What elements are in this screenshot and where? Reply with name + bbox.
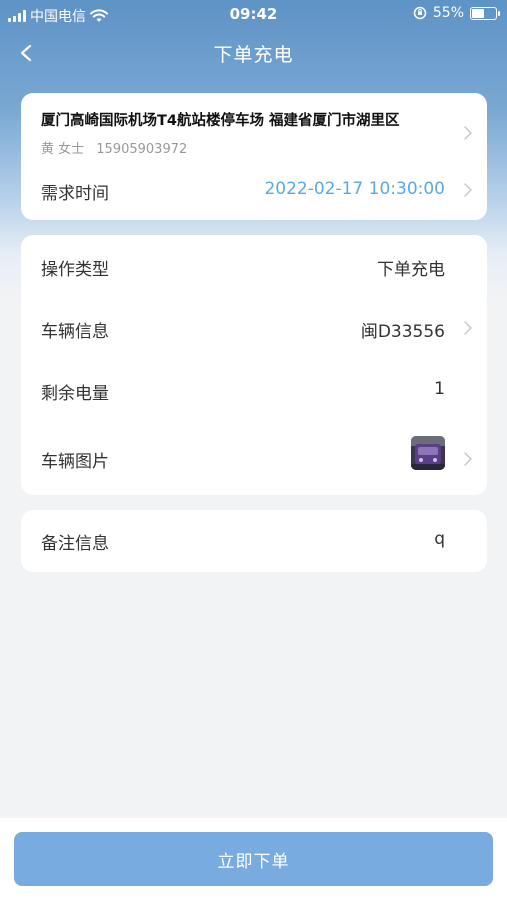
vehicle-photo-thumbnail[interactable] <box>411 436 445 470</box>
battery-percent: 55% <box>432 5 464 21</box>
chevron-right-icon <box>464 321 472 335</box>
submit-order-button[interactable]: 立即下单 <box>14 832 493 886</box>
contact-info: 黄 女士 15905903972 <box>41 138 195 157</box>
address-text: 厦门高崎国际机场T4航站楼停车场 福建省厦门市湖里区 <box>41 113 400 129</box>
page-title: 下单充电 <box>213 44 294 66</box>
nav-bar: 下单充电 <box>0 30 507 76</box>
location-card: 厦门高崎国际机场T4航站楼停车场 福建省厦门市湖里区 黄 女士 15905903… <box>21 93 487 220</box>
operation-value: 下单充电 <box>377 260 445 280</box>
details-card: 操作类型 下单充电 车辆信息 闽D33556 剩余电量 1 车辆图片 <box>21 235 487 495</box>
chevron-right-icon <box>464 126 472 140</box>
operation-label: 操作类型 <box>41 260 109 280</box>
battery-icon <box>470 6 500 20</box>
contact-phone: 15905903972 <box>96 142 188 157</box>
notes-card[interactable]: 备注信息 q <box>21 510 487 572</box>
notes-label: 备注信息 <box>41 534 109 554</box>
battery-label: 剩余电量 <box>41 384 109 404</box>
contact-name: 黄 女士 <box>41 142 85 157</box>
status-bar: 中国电信 09:42 55% <box>0 0 507 30</box>
chevron-right-icon <box>464 452 472 466</box>
battery-value: 1 <box>434 379 445 399</box>
time-value: 2022-02-17 10:30:00 <box>264 179 445 199</box>
chevron-right-icon <box>464 183 472 197</box>
photo-label: 车辆图片 <box>41 452 109 472</box>
vehicle-label: 车辆信息 <box>41 322 109 342</box>
vehicle-photo-image <box>411 436 445 470</box>
orientation-lock-icon <box>413 6 427 20</box>
status-right: 55% <box>413 5 500 21</box>
time-label: 需求时间 <box>41 184 109 204</box>
notes-input[interactable]: q <box>434 529 445 549</box>
vehicle-value: 闽D33556 <box>360 322 445 342</box>
